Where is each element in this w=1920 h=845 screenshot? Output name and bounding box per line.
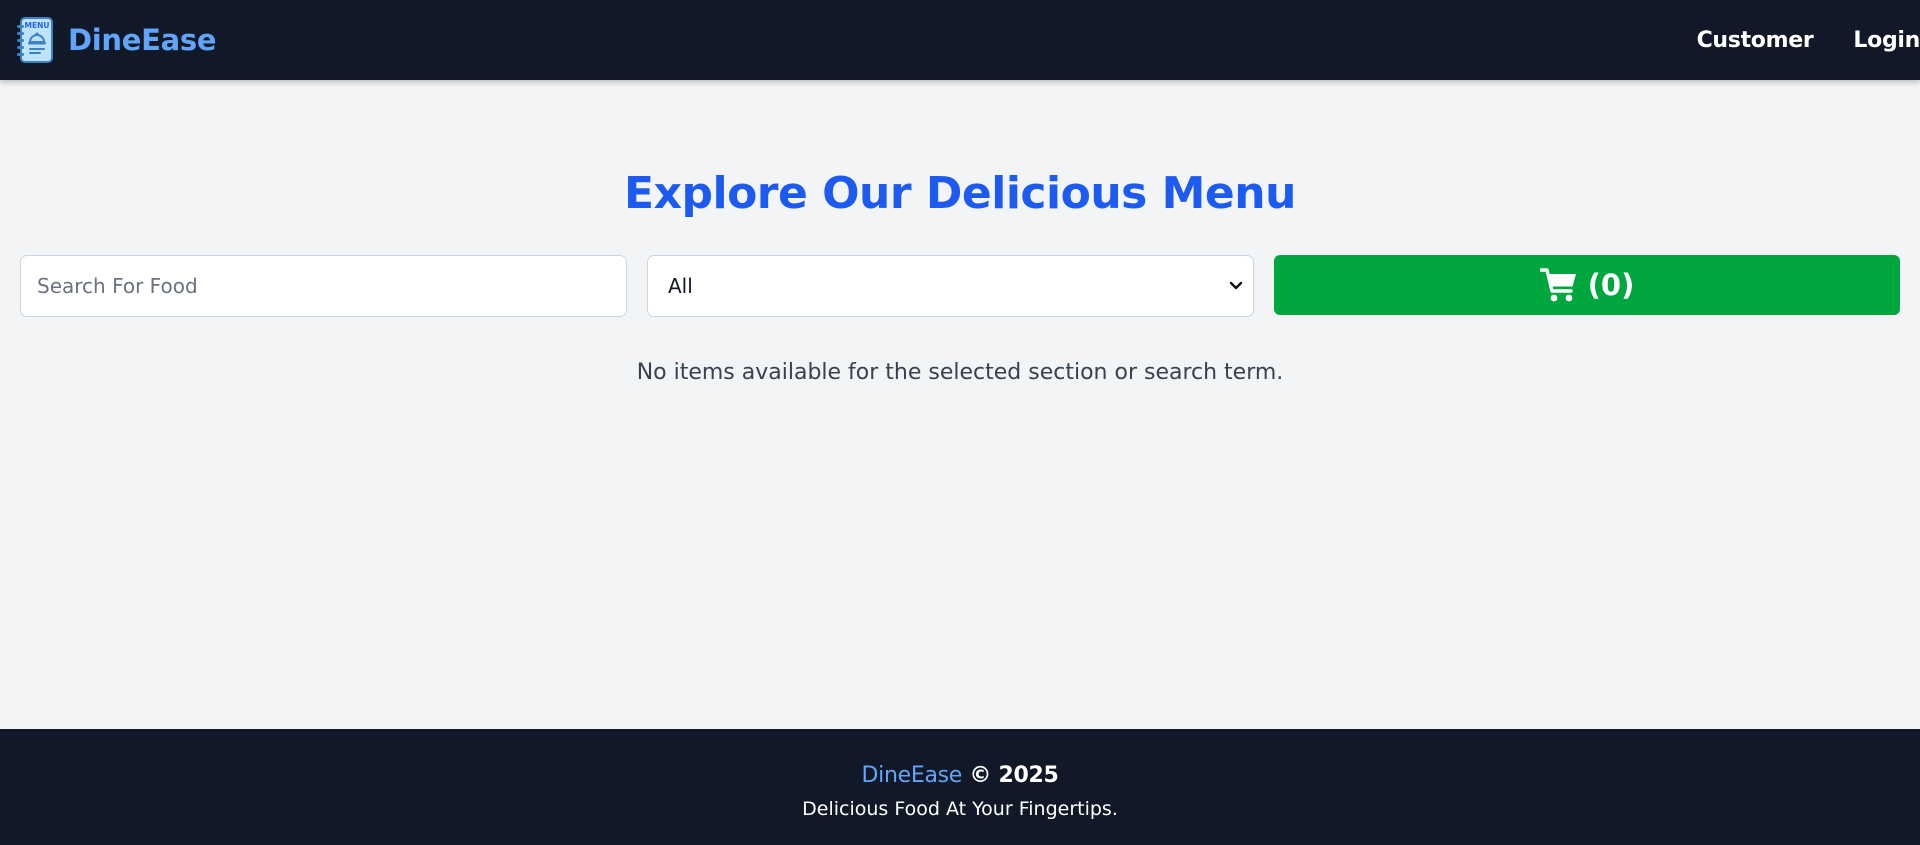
nav-link-login[interactable]: Login: [1853, 28, 1920, 53]
section-select-value: All: [668, 274, 693, 298]
search-input[interactable]: [20, 255, 627, 317]
brand-name: DineEase: [68, 23, 217, 57]
footer-tagline: Delicious Food At Your Fingertips.: [802, 798, 1118, 820]
footer-copyright: © 2025: [969, 763, 1059, 788]
menu-book-icon: MENU: [17, 17, 53, 63]
navbar: MENU DineEase Customer Login: [0, 0, 1920, 80]
brand-link[interactable]: MENU DineEase: [16, 17, 217, 63]
footer-brand: DineEase: [861, 763, 963, 788]
empty-state-message: No items available for the selected sect…: [636, 360, 1284, 385]
menu-controls: All (0): [20, 255, 1900, 317]
section-select[interactable]: All: [647, 255, 1254, 317]
chevron-down-icon: [1229, 281, 1243, 290]
page-title: Explore Our Delicious Menu: [624, 168, 1296, 219]
main-content: Explore Our Delicious Menu All (0) No it…: [0, 80, 1920, 729]
cart-count: (0): [1587, 268, 1635, 302]
nav-links: Customer Login: [1697, 0, 1920, 80]
footer: DineEase © 2025 Delicious Food At Your F…: [0, 729, 1920, 845]
shopping-cart-icon: [1539, 268, 1576, 302]
footer-copyright-line: DineEase © 2025: [862, 763, 1059, 788]
cart-button[interactable]: (0): [1274, 255, 1900, 315]
logo-menu-text: MENU: [25, 21, 50, 30]
nav-link-customer[interactable]: Customer: [1697, 28, 1814, 53]
